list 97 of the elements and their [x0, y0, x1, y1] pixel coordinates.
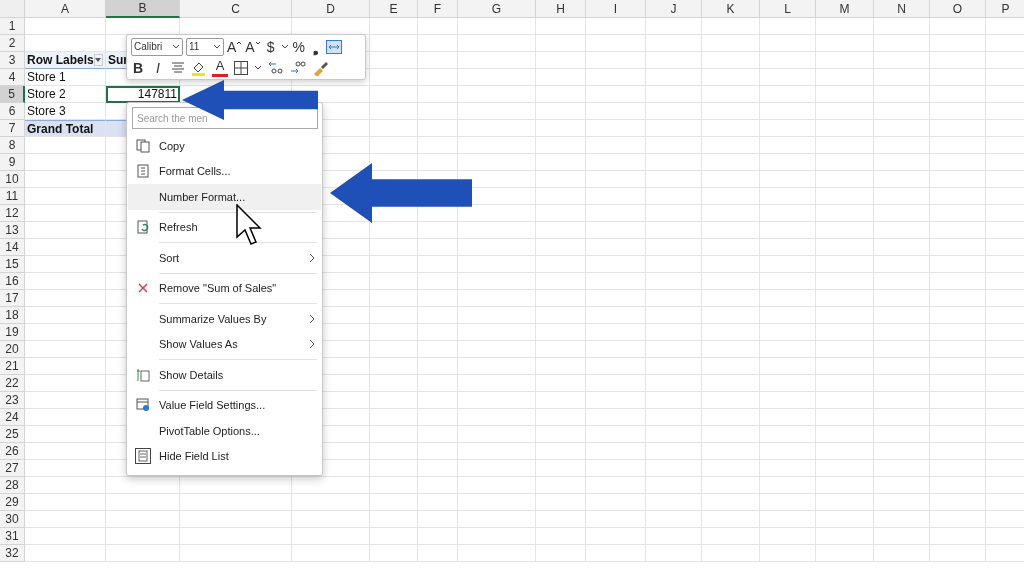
row-header[interactable]: 14	[0, 239, 25, 256]
row-header[interactable]: 32	[0, 545, 25, 562]
chevron-right-icon	[309, 339, 315, 350]
font-name-field[interactable]: Calibri	[131, 37, 183, 56]
menu-item[interactable]: Show Values As	[128, 331, 321, 357]
row-header[interactable]: 1	[0, 18, 25, 35]
menu-item[interactable]: Remove "Sum of Sales"	[128, 275, 321, 301]
row-header[interactable]: 17	[0, 290, 25, 307]
row-header[interactable]: 31	[0, 528, 25, 545]
row-header[interactable]: 6	[0, 103, 25, 120]
borders-icon[interactable]	[234, 60, 248, 75]
font-color-button[interactable]: A	[212, 58, 228, 77]
menu-item[interactable]: Copy	[128, 133, 321, 159]
row-header[interactable]: 13	[0, 222, 25, 239]
row-header[interactable]: 25	[0, 426, 25, 443]
format-icon	[136, 164, 150, 179]
menu-item[interactable]: Hide Field List	[128, 443, 321, 469]
column-header[interactable]: P	[986, 0, 1024, 18]
table-cell: Store 1	[25, 69, 106, 86]
menu-item[interactable]: Summarize Values By	[128, 306, 321, 332]
row-header[interactable]: 21	[0, 358, 25, 375]
up-caret-icon	[236, 39, 243, 46]
format-painter-icon[interactable]	[312, 59, 328, 76]
column-header[interactable]: C	[180, 0, 292, 18]
column-header[interactable]: A	[25, 0, 106, 18]
column-header[interactable]: L	[760, 0, 816, 18]
column-header[interactable]: F	[418, 0, 458, 18]
settings-icon	[136, 398, 150, 413]
font-size-field[interactable]: 11	[186, 37, 224, 56]
row-header[interactable]: 23	[0, 392, 25, 409]
column-header[interactable]: O	[930, 0, 986, 18]
row-header[interactable]: 29	[0, 494, 25, 511]
field-list-icon	[135, 448, 151, 465]
row-header[interactable]: 7	[0, 120, 25, 137]
row-header[interactable]: 8	[0, 137, 25, 154]
row-header[interactable]: 9	[0, 154, 25, 171]
column-header[interactable]: N	[874, 0, 930, 18]
increase-decimal-icon[interactable]	[290, 60, 306, 75]
search-field[interactable]: Search the men	[132, 107, 318, 129]
row-header[interactable]: 2	[0, 35, 25, 52]
column-header[interactable]: J	[646, 0, 702, 18]
row-header[interactable]: 26	[0, 443, 25, 460]
chevron-right-icon	[309, 313, 315, 324]
caret-icon[interactable]	[254, 64, 262, 71]
row-header[interactable]: 30	[0, 511, 25, 528]
column-header[interactable]: H	[536, 0, 586, 18]
menu-item[interactable]: Sort	[128, 245, 321, 271]
column-header[interactable]: K	[702, 0, 760, 18]
grow-font-button[interactable]: A	[227, 37, 243, 56]
row-header[interactable]: 27	[0, 460, 25, 477]
down-caret-icon	[254, 39, 261, 46]
menu-item[interactable]: Refresh	[128, 214, 321, 240]
row-header[interactable]: 10	[0, 171, 25, 188]
mouse-pointer-icon	[236, 204, 262, 246]
row-header[interactable]: 4	[0, 69, 25, 86]
table-cell: Grand Total	[25, 120, 106, 137]
row-header[interactable]: 16	[0, 273, 25, 290]
table-cell: 147811	[106, 86, 180, 103]
menu-item[interactable]: Value Field Settings...	[128, 392, 321, 418]
row-header[interactable]: 24	[0, 409, 25, 426]
row-header[interactable]: 19	[0, 324, 25, 341]
column-header[interactable]: E	[370, 0, 418, 18]
caret-icon[interactable]	[280, 43, 289, 50]
row-header[interactable]: 12	[0, 205, 25, 222]
menu-item[interactable]: Number Format...	[128, 184, 321, 210]
row-header[interactable]: 22	[0, 375, 25, 392]
merge-icon[interactable]	[325, 39, 342, 54]
row-header[interactable]: 28	[0, 477, 25, 494]
align-center-icon[interactable]	[171, 61, 185, 74]
column-header[interactable]: B	[106, 0, 180, 18]
menu-item[interactable]: Show Details	[128, 362, 321, 388]
caret-icon[interactable]	[172, 43, 180, 50]
chevron-right-icon	[309, 252, 315, 263]
filter-dropdown-icon[interactable]	[93, 54, 103, 66]
table-cell: Store 2	[25, 86, 106, 103]
row-header[interactable]: 18	[0, 307, 25, 324]
caret-icon[interactable]	[213, 43, 221, 50]
shrink-font-button[interactable]: A	[245, 37, 261, 56]
details-icon	[136, 367, 150, 382]
comma-style-button[interactable]: ❟	[308, 37, 323, 56]
row-header[interactable]: 11	[0, 188, 25, 205]
percent-button[interactable]: %	[291, 37, 306, 56]
decrease-decimal-icon[interactable]	[268, 60, 284, 75]
cell-text: Row Labels	[27, 53, 94, 67]
menu-item[interactable]: Format Cells...	[128, 158, 321, 184]
row-header[interactable]: 3	[0, 52, 25, 69]
row-header[interactable]: 15	[0, 256, 25, 273]
refresh-icon	[136, 220, 150, 235]
column-header[interactable]: D	[292, 0, 370, 18]
column-header[interactable]: I	[586, 0, 646, 18]
column-header[interactable]: M	[816, 0, 874, 18]
row-header[interactable]: 5	[0, 86, 25, 103]
copy-icon	[136, 138, 150, 153]
menu-item[interactable]: PivotTable Options...	[128, 418, 321, 444]
row-header[interactable]: 20	[0, 341, 25, 358]
currency-button[interactable]: $	[263, 37, 278, 56]
column-header[interactable]: G	[458, 0, 536, 18]
